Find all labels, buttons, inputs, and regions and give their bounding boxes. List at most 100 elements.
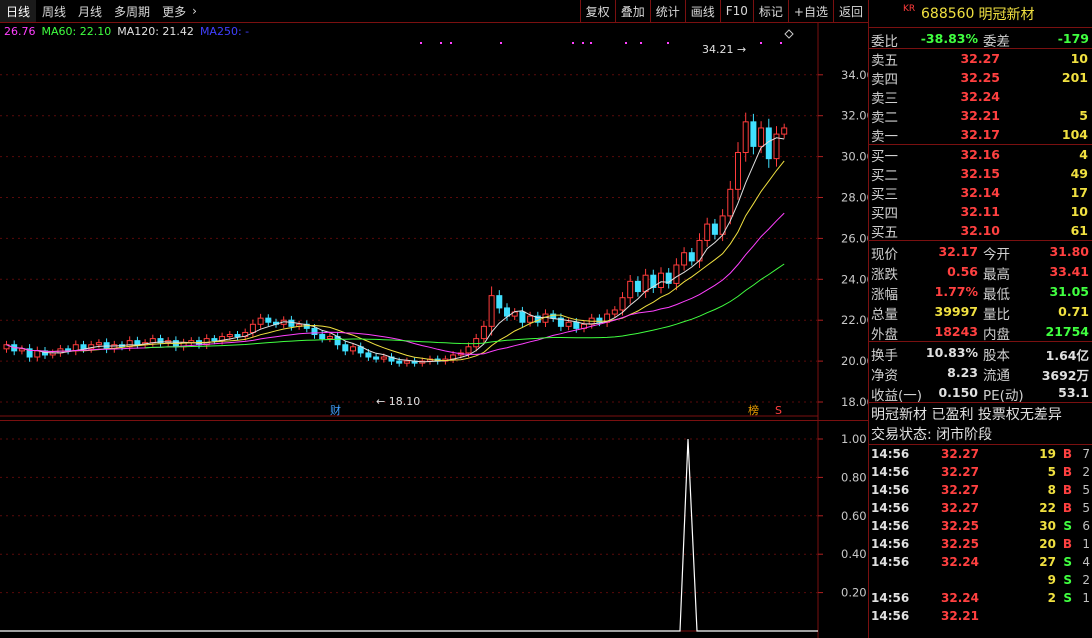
book-row[interactable]: 买四 32.11 10 [869, 202, 1092, 222]
book-row[interactable]: 买二 32.15 49 [869, 164, 1092, 184]
stat-row: 收益(一) 0.150 PE(动) 53.1 [869, 382, 1092, 404]
tick-volume: 19 [1039, 447, 1056, 461]
book-row[interactable]: 卖三 32.24 [869, 87, 1092, 107]
book-level-label: 买二 [871, 167, 898, 184]
tick-row[interactable]: 14:56 32.27 8 B 5 [869, 481, 1092, 499]
bid-book: 买一 32.16 4 买二 32.15 49 买三 32.14 17 买四 32.11 10 买五 32.… [869, 145, 1092, 241]
stat-label: 现价 [871, 247, 898, 263]
candle-body [735, 152, 741, 190]
book-price: 32.24 [960, 89, 1000, 104]
stat-value: 10.83% [925, 345, 978, 360]
stat-label: 今开 [983, 247, 1010, 263]
finance-marker[interactable]: 财 [330, 403, 341, 417]
stat-value: 0.56 [947, 264, 978, 279]
tick-row[interactable]: 14:56 32.27 22 B 5 [869, 499, 1092, 517]
weicha-value: -179 [1057, 31, 1089, 46]
book-level-label: 买四 [871, 205, 898, 222]
book-row[interactable]: 卖五 32.27 10 [869, 49, 1092, 69]
tick-list[interactable]: 14:56 32.27 19 B 7 14:56 32.27 5 B 2 14:56 32.27 8 B 5… [869, 445, 1092, 625]
stat-value: 33.41 [1049, 264, 1089, 279]
tick-count: 5 [1082, 483, 1090, 497]
s-marker[interactable]: S [775, 404, 782, 417]
stat-row: 换手 10.83% 股本 1.64亿 [869, 342, 1092, 364]
indicator-chart[interactable]: 1.00 0.80 0.60 0.40 0.20 [0, 421, 868, 638]
candle-body [711, 223, 718, 235]
candle-body [634, 280, 641, 293]
signal-dot [640, 42, 642, 44]
book-volume: 10 [1070, 204, 1088, 219]
tick-row[interactable]: 14:56 32.27 19 B 7 [869, 445, 1092, 463]
stat-row: 净资 8.23 流通 3692万 [869, 362, 1092, 384]
y-tick-label: 0.80 [841, 470, 867, 484]
candle-body [781, 127, 788, 135]
candle-body [473, 338, 480, 348]
book-price: 32.14 [960, 185, 1000, 200]
candle-body [211, 338, 218, 342]
low-price-label: ← 18.10 [376, 395, 420, 408]
ranking-marker[interactable]: 榜 [748, 403, 759, 417]
stat-value: 31.80 [1049, 244, 1089, 259]
y-tick-label: 28.00 [841, 191, 868, 205]
book-price: 32.11 [960, 204, 1000, 219]
tick-price: 32.24 [941, 591, 979, 605]
tick-time: 14:56 [871, 465, 910, 479]
tick-count: 1 [1082, 591, 1090, 605]
candle-body [365, 352, 372, 358]
book-row[interactable]: 买三 32.14 17 [869, 183, 1092, 203]
candle-body [288, 319, 295, 327]
book-row[interactable]: 卖二 32.21 5 [869, 106, 1092, 126]
tick-row[interactable]: 14:56 32.25 30 S 6 [869, 517, 1092, 535]
stock-code: 688560 [921, 5, 975, 22]
candle-body [265, 317, 272, 323]
candle-body [681, 252, 688, 266]
tick-time: 14:56 [871, 555, 910, 569]
y-tick-label: 20.00 [841, 354, 868, 368]
tick-price: 32.25 [941, 537, 979, 551]
signal-dot [420, 42, 422, 44]
book-row[interactable]: 卖四 32.25 201 [869, 68, 1092, 88]
stat-label: 最高 [983, 267, 1010, 283]
tick-row[interactable]: 14:56 32.27 5 B 2 [869, 463, 1092, 481]
tick-price: 32.24 [941, 555, 979, 569]
candle-body [234, 334, 241, 338]
stat-label: 外盘 [871, 327, 898, 343]
book-volume: 201 [1061, 70, 1088, 85]
y-tick-label: 26.00 [841, 231, 868, 245]
stat-row: 现价 32.17 今开 31.80 [869, 241, 1092, 263]
tick-time: 14:56 [871, 609, 910, 623]
tick-row[interactable]: 9S2 [869, 571, 1092, 589]
stat-label: PE(动) [983, 388, 1024, 404]
tick-direction: B [1062, 465, 1072, 479]
candle-body [326, 336, 333, 340]
book-row[interactable]: 买五 32.10 61 [869, 221, 1092, 241]
tick-volume: 22 [1039, 501, 1056, 515]
candle-body [134, 340, 141, 346]
book-volume: 61 [1070, 223, 1088, 238]
tick-time: 14:56 [871, 501, 910, 515]
tick-price: 32.27 [941, 447, 979, 461]
y-tick-label: 22.00 [841, 313, 868, 327]
tick-row[interactable]: 14:56 32.24 27 S 4 [869, 553, 1092, 571]
tick-volume: 9 [1047, 573, 1056, 587]
book-row[interactable]: 卖一 32.17 104 [869, 125, 1092, 145]
stat-label: 最低 [983, 287, 1010, 303]
tick-row[interactable]: 14:56 32.21 [869, 607, 1092, 625]
candle-body [527, 315, 534, 323]
signal-dot [590, 42, 592, 44]
stock-terminal: 日线 周线 月线 多周期 更多 › 复权 叠加 统计 画线 F10 标记 +自选 返回 26.76 MA6… [0, 0, 1092, 638]
stat-label: 流通 [983, 368, 1010, 384]
tick-row[interactable]: 14:56 32.24 2 S 1 [869, 589, 1092, 607]
y-tick-label: 18.00 [841, 395, 868, 409]
book-row[interactable]: 买一 32.16 4 [869, 145, 1092, 165]
book-volume: 49 [1070, 166, 1088, 181]
tick-count: 2 [1082, 465, 1090, 479]
signal-dot [780, 42, 782, 44]
tick-time: 14:56 [871, 591, 910, 605]
book-volume: 10 [1070, 51, 1088, 66]
tick-row[interactable]: 14:56 32.25 20 B 1 [869, 535, 1092, 553]
diamond-icon[interactable] [784, 29, 794, 39]
tick-direction: S [1063, 591, 1072, 605]
kline-chart[interactable]: 34.00 32.00 30.00 28.00 26.00 24.00 22.00 20.00… [0, 0, 868, 420]
stat-label: 内盘 [983, 327, 1010, 343]
y-tick-label: 0.20 [841, 586, 867, 600]
